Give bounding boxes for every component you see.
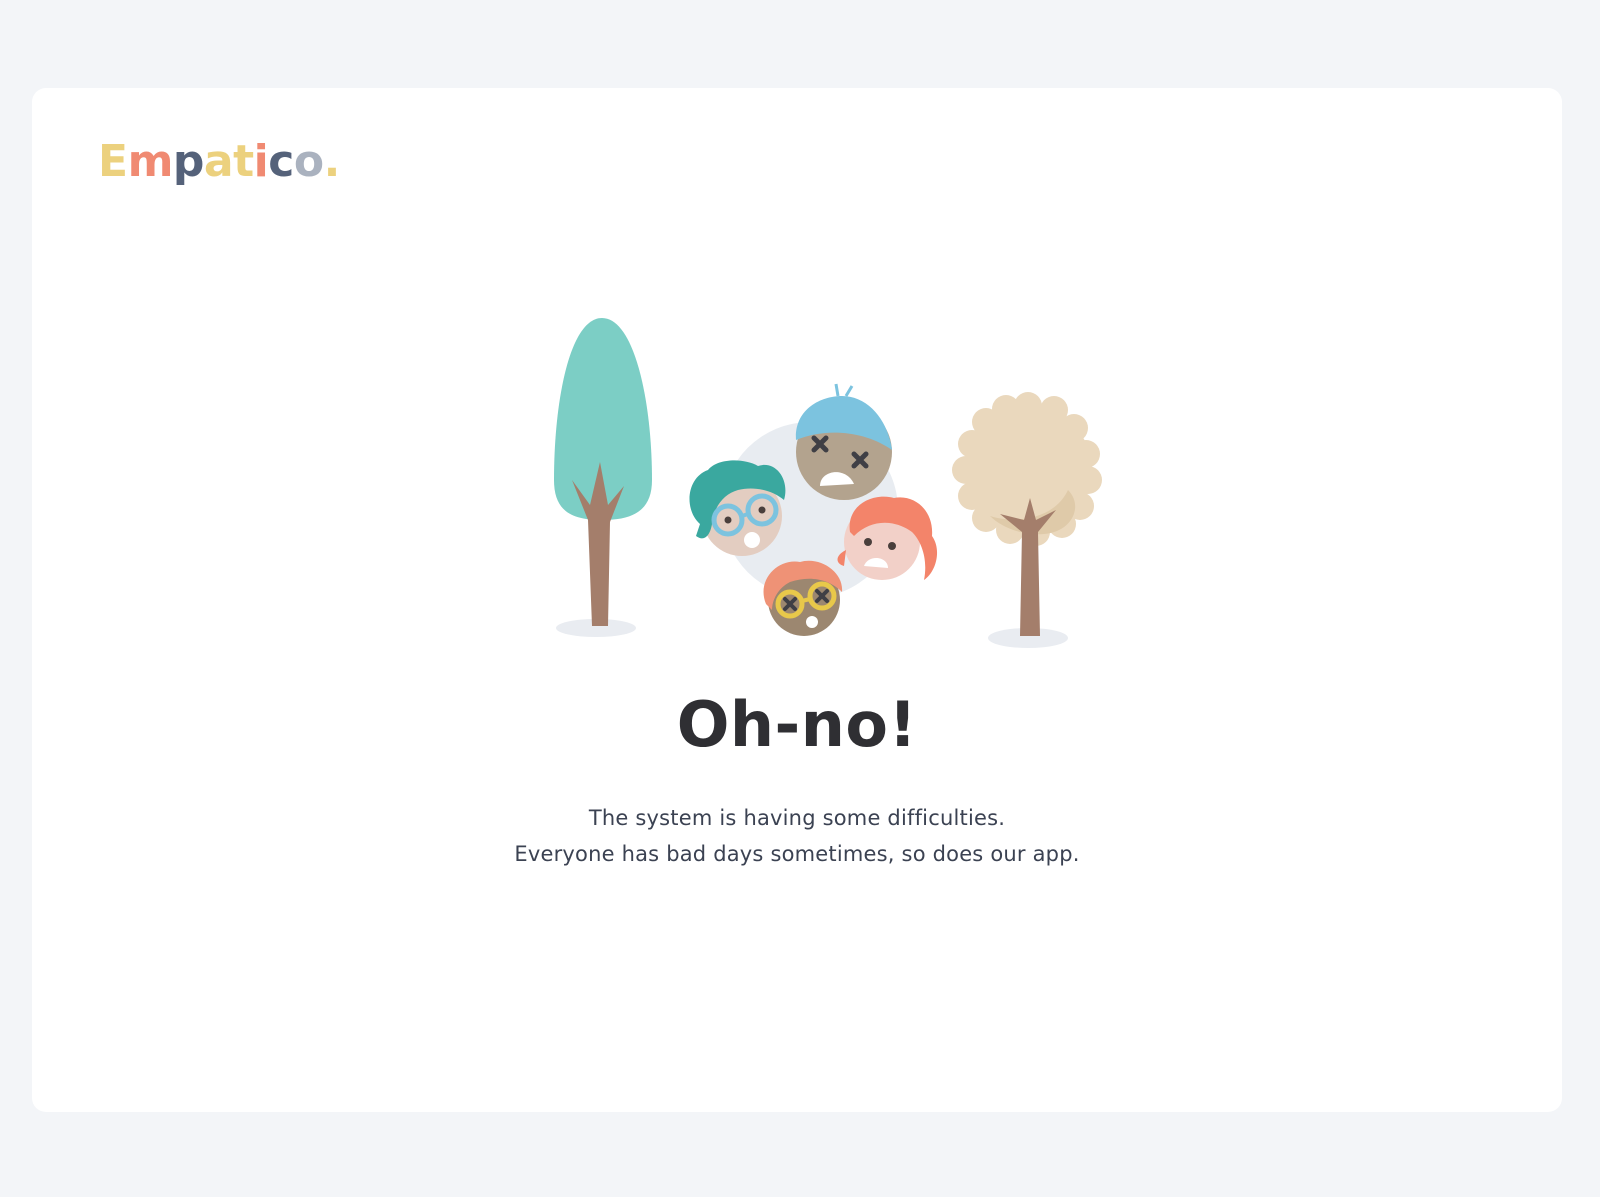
face-beanie-icon: [795, 383, 892, 500]
logo-letter: o: [293, 136, 324, 187]
error-card: Empatico. Oh-no! The system is having so…: [32, 88, 1562, 1112]
empatico-logo: Empatico.: [98, 140, 340, 184]
logo-letter: i: [253, 136, 269, 187]
logo-letter: t: [233, 136, 254, 187]
round-tree-icon: [952, 392, 1102, 648]
logo-letter: c: [268, 136, 294, 187]
logo-letter: a: [203, 136, 234, 187]
error-illustration: [554, 318, 1102, 648]
error-message-line-2: Everyone has bad days sometimes, so does…: [514, 842, 1080, 866]
logo-letter: E: [98, 136, 128, 187]
logo-letter: .: [323, 136, 341, 187]
tall-tree-icon: [554, 318, 652, 637]
face-curly-hair-icon: [763, 560, 843, 636]
logo-letter: m: [127, 136, 174, 187]
error-message-line-1: The system is having some difficulties.: [588, 806, 1006, 830]
face-glasses-icon: [689, 460, 786, 556]
error-message: The system is having some difficulties. …: [32, 800, 1562, 872]
error-title: Oh-no!: [676, 688, 918, 761]
logo-letter: p: [172, 136, 205, 187]
